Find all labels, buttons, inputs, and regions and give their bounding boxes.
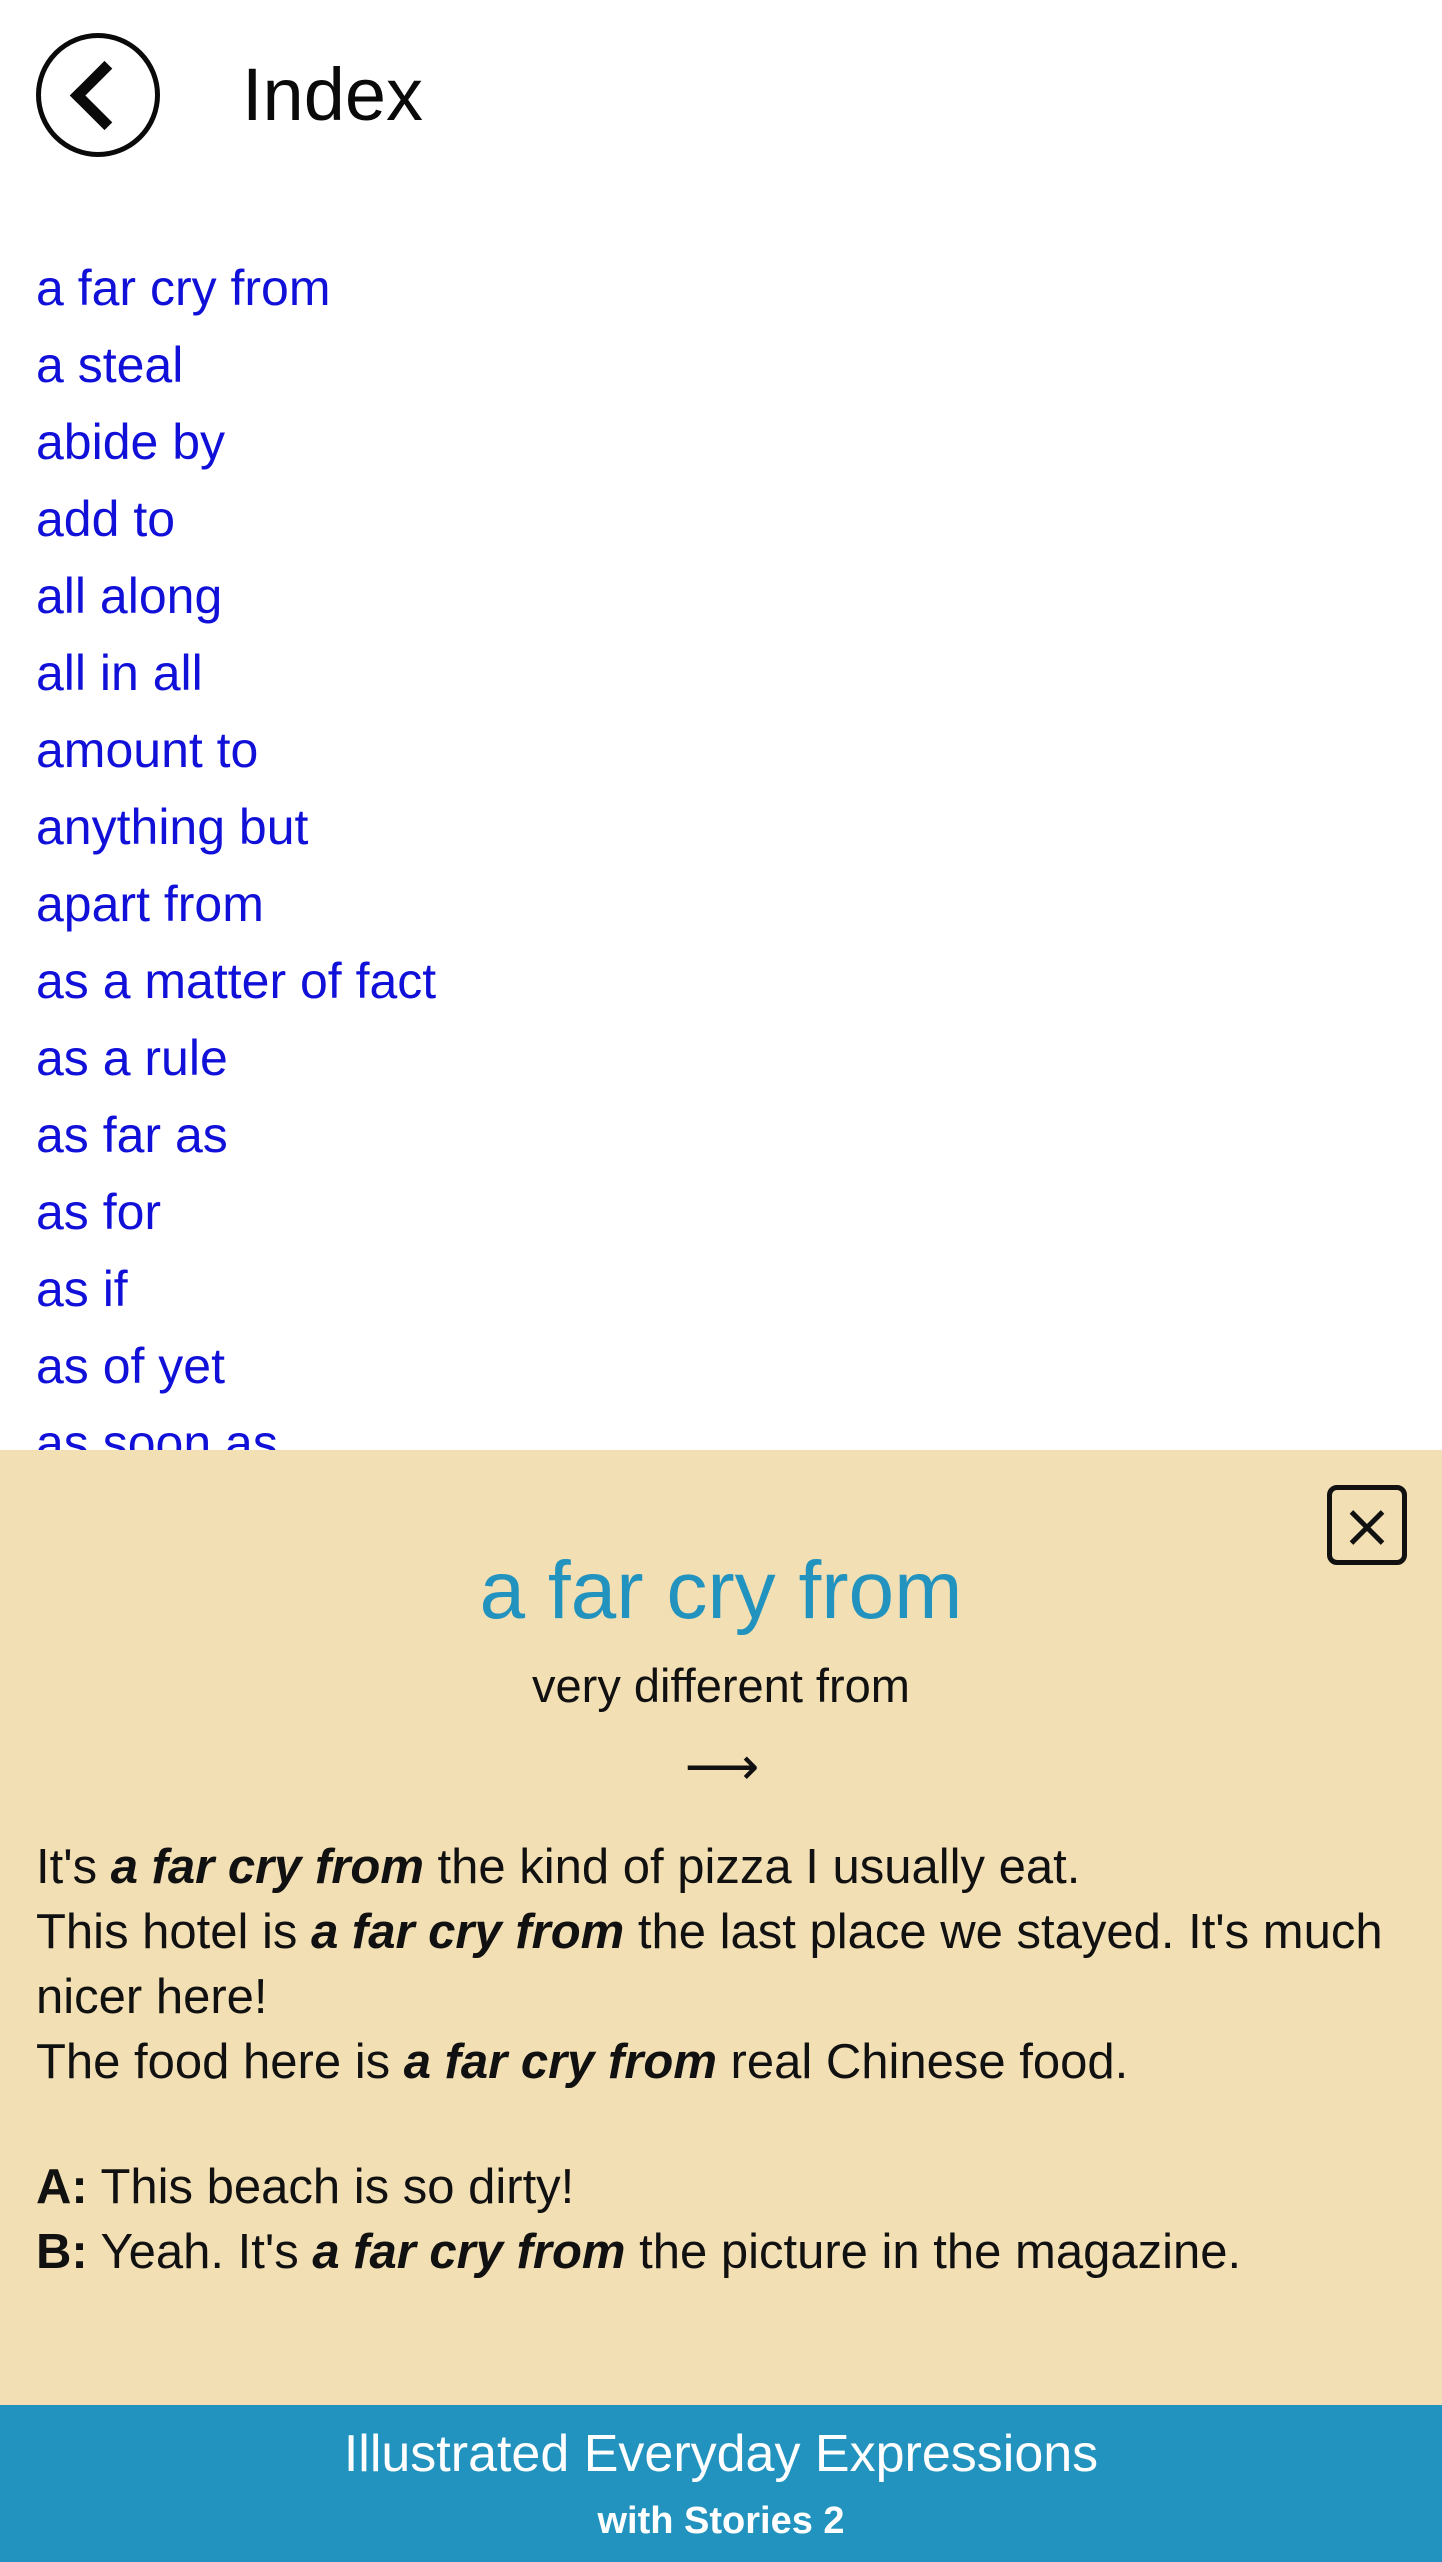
example-idiom: a far cry from bbox=[403, 2035, 717, 2089]
example-sentence: It's a far cry from the kind of pizza I … bbox=[36, 1835, 1418, 1900]
example-sentence: This hotel is a far cry from the last pl… bbox=[36, 1900, 1418, 2030]
index-item[interactable]: apart from bbox=[0, 866, 1442, 943]
dialogue-block: A: This beach is so dirty! B: Yeah. It's… bbox=[36, 2155, 1418, 2285]
index-item[interactable]: add to bbox=[0, 481, 1442, 558]
dialogue-line: A: This beach is so dirty! bbox=[36, 2155, 1418, 2220]
index-item[interactable]: as for bbox=[0, 1174, 1442, 1251]
app-header: Index bbox=[0, 0, 1442, 190]
example-post: real Chinese food. bbox=[716, 2035, 1129, 2089]
chevron-left-icon bbox=[69, 60, 139, 130]
back-button[interactable] bbox=[36, 33, 160, 157]
index-item[interactable]: as far as bbox=[0, 1097, 1442, 1174]
index-item[interactable]: all along bbox=[0, 558, 1442, 635]
example-pre: The food here is bbox=[36, 2035, 404, 2089]
example-post: the kind of pizza I usually eat. bbox=[423, 1840, 1081, 1894]
example-sentence: The food here is a far cry from real Chi… bbox=[36, 2030, 1418, 2095]
close-icon bbox=[1345, 1503, 1389, 1547]
dialogue-post: the picture in the magazine. bbox=[625, 2225, 1242, 2279]
footer-subtitle: with Stories 2 bbox=[597, 2499, 845, 2542]
dialogue-pre: This beach is so dirty! bbox=[87, 2160, 575, 2214]
dialogue-line: B: Yeah. It's a far cry from the picture… bbox=[36, 2220, 1418, 2285]
index-item[interactable]: as a matter of fact bbox=[0, 943, 1442, 1020]
dialogue-speaker: A: bbox=[36, 2160, 88, 2214]
close-button[interactable] bbox=[1327, 1485, 1407, 1565]
example-pre: It's bbox=[36, 1840, 111, 1894]
index-item[interactable]: as a rule bbox=[0, 1020, 1442, 1097]
arrow-right-icon: ⟶ bbox=[684, 1738, 760, 1796]
index-item[interactable]: amount to bbox=[0, 712, 1442, 789]
index-item[interactable]: a far cry from bbox=[0, 250, 1442, 327]
index-item[interactable]: as soon as bbox=[0, 1405, 1442, 1450]
footer-title: Illustrated Everyday Expressions bbox=[343, 2424, 1099, 2483]
index-item[interactable]: a steal bbox=[0, 327, 1442, 404]
index-list[interactable]: a far cry from a steal abide by add to a… bbox=[0, 250, 1442, 1450]
dialogue-idiom: a far cry from bbox=[312, 2225, 626, 2279]
index-item[interactable]: as of yet bbox=[0, 1328, 1442, 1405]
index-item[interactable]: as if bbox=[0, 1251, 1442, 1328]
index-item[interactable]: abide by bbox=[0, 404, 1442, 481]
example-idiom: a far cry from bbox=[110, 1840, 424, 1894]
dialogue-pre: Yeah. It's bbox=[87, 2225, 313, 2279]
example-pre: This hotel is bbox=[36, 1905, 312, 1959]
example-idiom: a far cry from bbox=[311, 1905, 625, 1959]
expression-detail-panel: a far cry from very different from ⟶ It'… bbox=[0, 1450, 1442, 2405]
expression-title: a far cry from bbox=[479, 1545, 963, 1636]
index-item[interactable]: anything but bbox=[0, 789, 1442, 866]
dialogue-speaker: B: bbox=[36, 2225, 88, 2279]
app-footer: Illustrated Everyday Expressions with St… bbox=[0, 2405, 1442, 2562]
index-item[interactable]: all in all bbox=[0, 635, 1442, 712]
example-sentences: It's a far cry from the kind of pizza I … bbox=[0, 1835, 1442, 2285]
page-title: Index bbox=[242, 53, 424, 136]
expression-definition: very different from bbox=[532, 1659, 910, 1712]
